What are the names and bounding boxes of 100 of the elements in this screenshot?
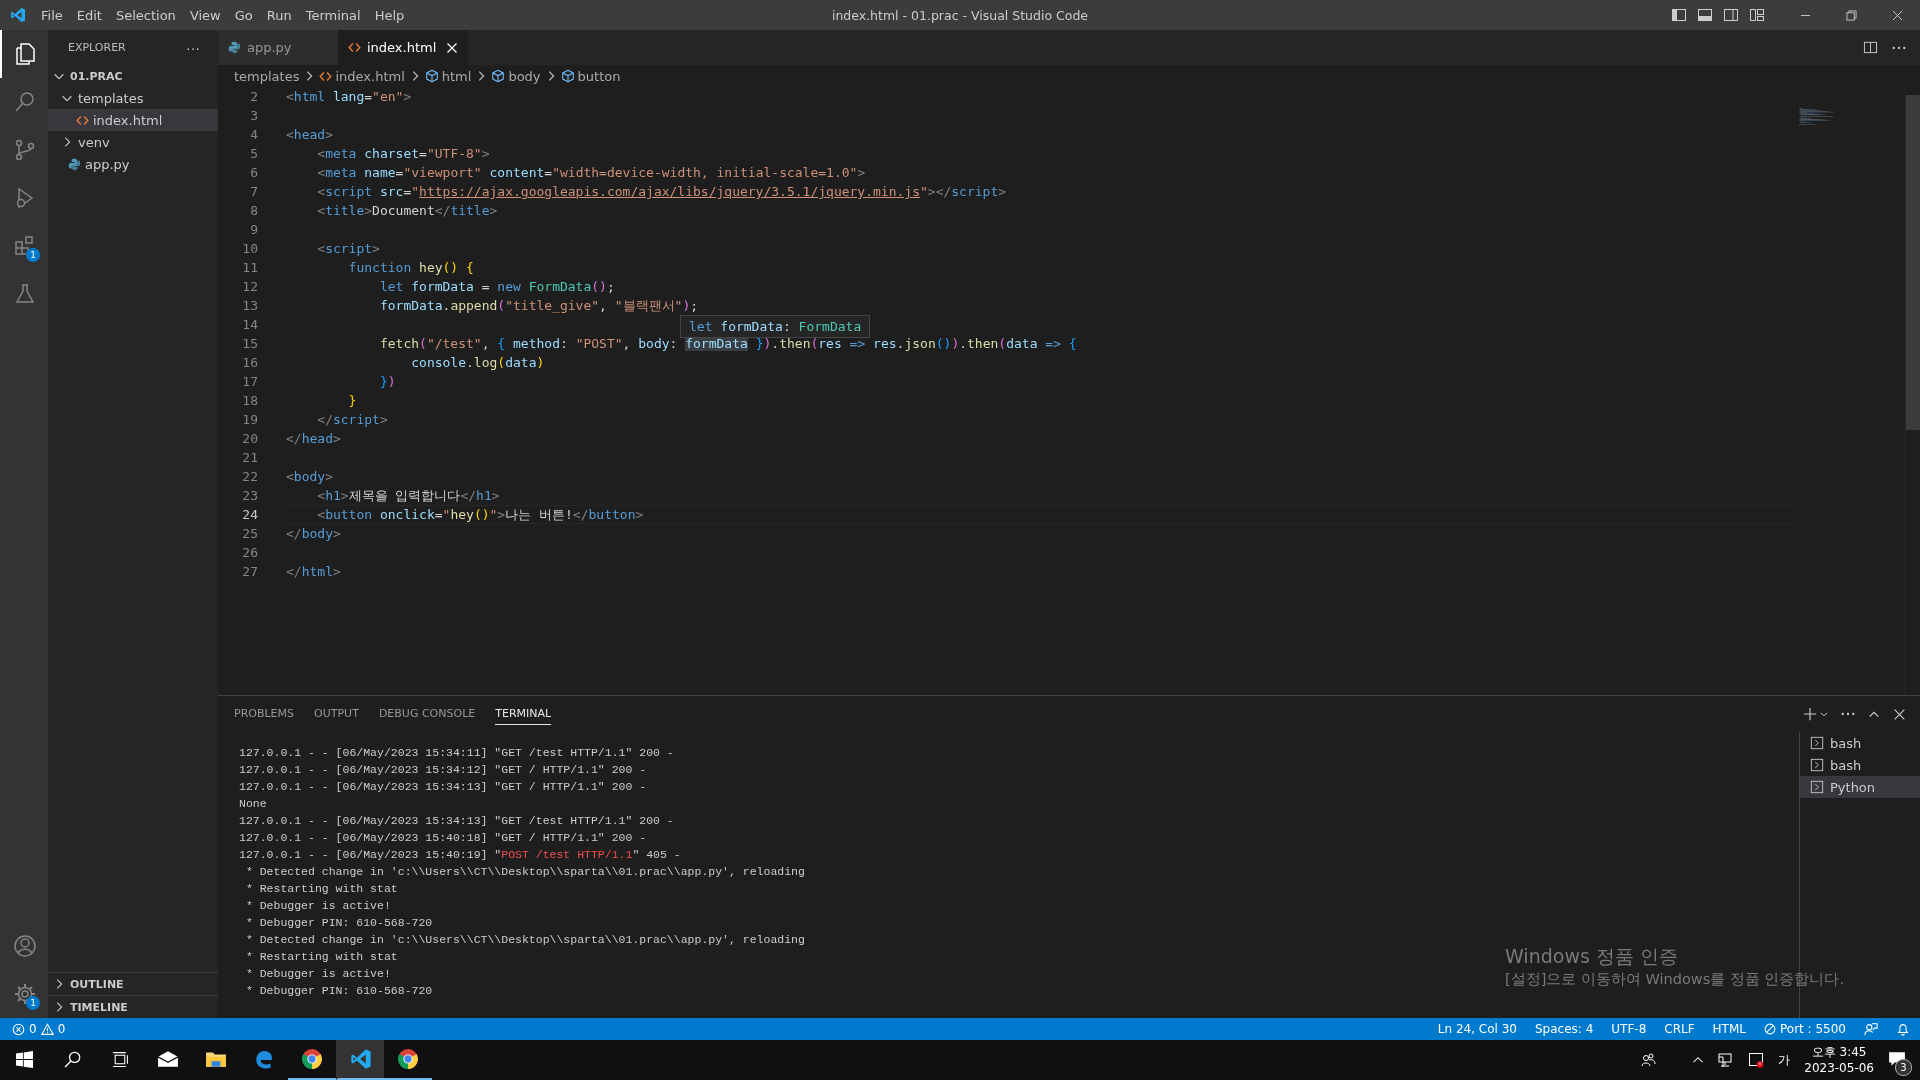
line-number: 17 [241,373,258,391]
code-line: <body> [286,468,334,486]
panel-tab[interactable]: PROBLEMS [234,703,295,725]
terminal-line: * Detected change in 'c:\\Users\\CT\\Desktop\\sparta\\01.prac\\app.py', reloading [244,932,805,948]
terminal-line: * Restarting with stat [244,881,398,897]
menu-item[interactable]: Edit [69,3,109,27]
terminal-item[interactable]: bash [1800,754,1920,776]
line-number: 22 [241,468,258,486]
code-line: <script> [316,240,381,258]
line-number: 5 [249,145,258,163]
line-number: 3 [249,107,258,125]
clock-time[interactable]: 오후 3:45 [1811,1044,1867,1060]
menu-item[interactable]: Go [227,3,260,27]
code-line: <meta name="viewport" content="width=device-width, initial-scale=1.0"> [316,164,867,182]
code-line: </head> [286,430,342,448]
breadcrumb-item[interactable]: index.html [319,68,405,84]
code-line: function hey() { [347,259,475,277]
line-number: 4 [249,126,258,144]
code-line: } [347,392,358,410]
line-number: 25 [241,525,258,543]
count-badge: 1 [26,248,40,262]
code-line: console.log(data) [410,354,546,372]
code-line: <meta charset="UTF-8"> [316,145,491,163]
terminal-item[interactable]: bash [1800,732,1920,754]
port-status[interactable]: Port : 5500 [1764,1022,1846,1036]
line-number: 18 [241,392,258,410]
code-line: <head> [286,126,334,144]
activation-title: Windows 정품 인증 [1505,944,1679,969]
menu-item[interactable]: File [34,3,70,27]
count-badge: 1 [26,996,40,1010]
terminal-line: 127.0.0.1 - - [06/May/2023 15:34:13] "GET /test HTTP/1.1" 200 - [239,813,674,829]
line-number: 19 [241,411,258,429]
status-item[interactable]: HTML [1712,1022,1746,1036]
terminal-line: None [239,796,267,812]
status-item[interactable]: Ln 24, Col 30 [1437,1022,1517,1036]
line-number: 13 [241,297,258,315]
terminal-line: * Restarting with stat [244,949,398,965]
terminal-line: 127.0.0.1 - - [06/May/2023 15:34:11] "GET /test HTTP/1.1" 200 - [239,745,674,761]
section-header[interactable]: OUTLINE [48,972,218,995]
line-number: 8 [249,202,258,220]
tree-item[interactable]: app.py [48,153,218,175]
status-item[interactable]: UTF-8 [1611,1022,1647,1036]
workspace-header[interactable]: 01.PRAC [48,65,218,87]
code-line: <button onclick="hey()">나는 버튼!</button> [286,505,1793,524]
breadcrumb-item[interactable]: button [560,68,621,84]
more-button[interactable]: ··· [180,38,206,57]
tree-item[interactable]: index.html [48,109,218,131]
status-item[interactable]: Spaces: 4 [1535,1022,1594,1036]
panel-tab[interactable]: DEBUG CONSOLE [378,703,476,725]
panel-tab[interactable]: OUTPUT [314,703,359,725]
line-number: 9 [249,221,258,239]
code-line: <title>Document</title> [316,202,499,220]
input-method[interactable]: 가 [1778,1051,1791,1069]
line-number: 14 [241,316,258,334]
terminal-line: 127.0.0.1 - - [06/May/2023 15:40:19] "POST /test HTTP/1.1" 405 - [239,847,681,863]
line-number: 26 [241,544,258,562]
code-line: <script src="https://ajax.googleapis.com/ajax/libs/jquery/3.5.1/jquery.min.js"></script> [316,183,1008,201]
code-line: let formData = new FormData(); [378,278,616,296]
line-number: 10 [241,240,258,258]
warning-count[interactable]: 0 [57,1022,66,1036]
breadcrumb-item[interactable]: html [424,68,472,84]
code-line: </script> [316,411,389,429]
error-count[interactable]: 0 [29,1022,37,1036]
line-number: 6 [249,164,258,182]
tree-item[interactable]: venv [48,131,218,153]
terminal-line: 127.0.0.1 - - [06/May/2023 15:34:12] "GET / HTTP/1.1" 200 - [239,762,647,778]
terminal-line: * Debugger is active! [244,898,391,914]
terminal-item[interactable]: Python [1800,776,1920,798]
terminal-line: * Detected change in 'c:\\Users\\CT\\Desktop\\sparta\\01.prac\\app.py', reloading [244,864,805,880]
code-line: <h1>제목을 입력합니다</h1> [316,487,501,505]
editor-tab[interactable]: app.py [218,30,338,65]
menu-item[interactable]: Help [367,3,412,27]
terminal-line: 127.0.0.1 - - [06/May/2023 15:34:13] "GET / HTTP/1.1" 200 - [239,779,647,795]
editor-tab[interactable]: index.html [338,30,469,65]
code-line: </html> [286,563,342,581]
menu-item[interactable]: Selection [108,3,183,27]
line-number: 15 [241,335,258,353]
code-line: formData.append("title_give", "블랙팬서"); [378,297,700,315]
window-title: index.html - 01.prac - Visual Studio Code [831,7,1089,23]
tree-item[interactable]: templates [48,87,218,109]
terminal-line: 127.0.0.1 - - [06/May/2023 15:40:18] "GET / HTTP/1.1" 200 - [239,830,647,846]
menu-item[interactable]: View [182,3,228,27]
hover-tooltip: let formData: FormData [680,315,871,338]
status-item[interactable]: CRLF [1664,1022,1695,1036]
clock-date[interactable]: 2023-05-06 [1804,1060,1874,1076]
breadcrumb-item[interactable]: templates [234,68,300,84]
breadcrumb-item[interactable]: body [491,68,541,84]
terminal-line: * Debugger PIN: 610-568-720 [244,915,433,931]
line-number: 16 [241,354,258,372]
notification-count: 3 [1895,1058,1912,1076]
line-number: 12 [241,278,258,296]
line-number: 20 [241,430,258,448]
terminal-line: * Debugger is active! [244,966,391,982]
menu-item[interactable]: Run [259,3,299,27]
panel-tab[interactable]: TERMINAL [495,703,552,725]
line-number: 23 [241,487,258,505]
sidebar-title: EXPLORER [68,41,126,54]
activation-message: [설정]으로 이동하여 Windows를 정품 인증합니다. [1505,970,1845,989]
menu-item[interactable]: Terminal [298,3,368,27]
code-line: </body> [286,525,342,543]
